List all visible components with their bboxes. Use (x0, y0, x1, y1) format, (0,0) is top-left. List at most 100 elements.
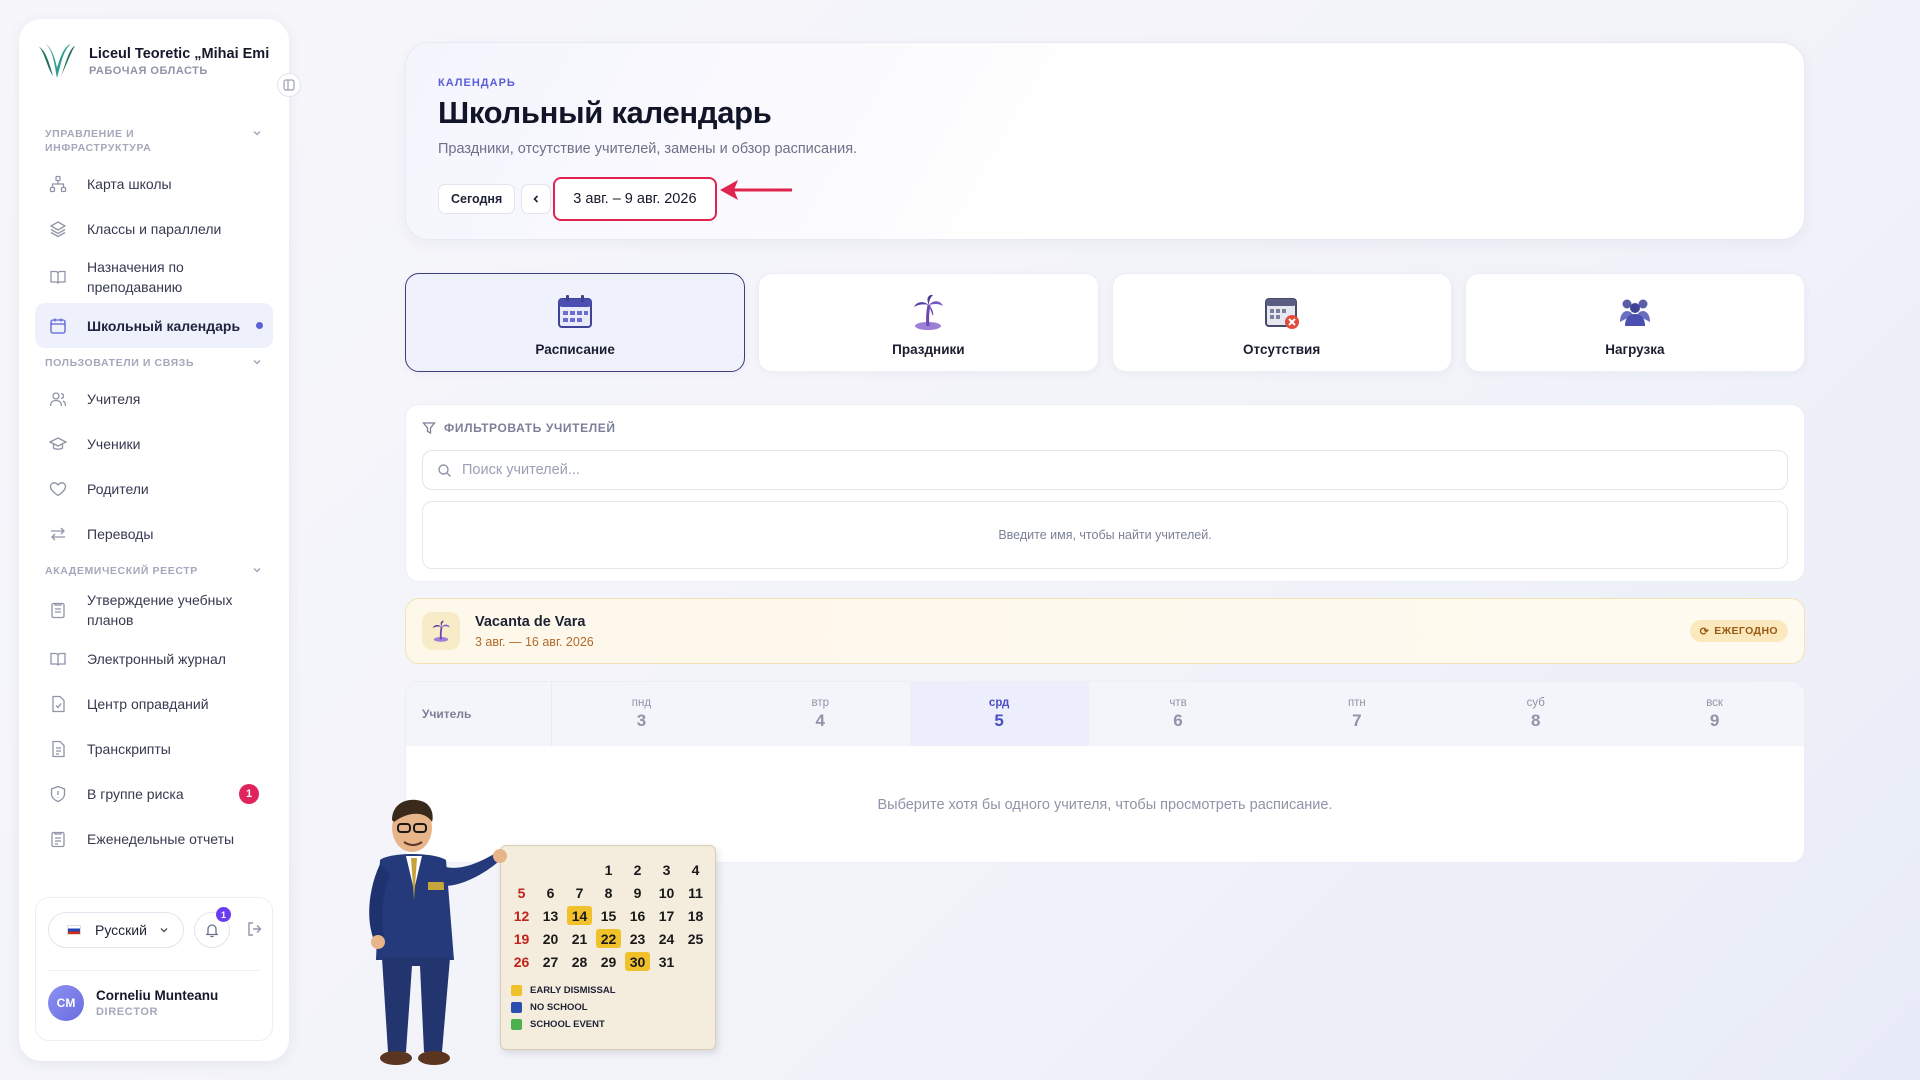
calendar-day-cell: 3 (662, 861, 671, 878)
sidebar-item-students[interactable]: Ученики (35, 421, 273, 466)
section-header-management[interactable]: УПРАВЛЕНИЕ И ИНФРАСТРУКТУРА (35, 119, 273, 161)
sidebar-item-curriculum-approval[interactable]: Утверждение учебных планов (35, 584, 273, 636)
calendar-day-cell: 25 (687, 930, 704, 947)
day-number: 7 (1352, 711, 1362, 730)
chevron-down-icon (160, 928, 168, 933)
layers-icon (49, 220, 67, 237)
user-role: DIRECTOR (96, 1005, 159, 1018)
sidebar-item-school-map[interactable]: Карта школы (35, 161, 273, 206)
calendar-day-cell: 6 (546, 884, 555, 901)
language-select[interactable]: Русский (48, 912, 184, 948)
holiday-banner[interactable]: Vacanta de Vara 3 авг. — 16 авг. 2026 ⟳ … (405, 598, 1805, 664)
calendar-day-cell: 1 (604, 861, 613, 878)
teacher-search-input[interactable] (462, 462, 1677, 478)
users-icon (49, 391, 67, 406)
tab-workload[interactable]: Нагрузка (1464, 273, 1805, 372)
holiday-name: Vacanta de Vara (475, 614, 586, 630)
sidebar-item-transcripts[interactable]: Транскрипты (35, 726, 273, 771)
calendar-day-cell (565, 858, 594, 881)
sidebar-item-teaching-assignments[interactable]: Назначения по преподаванию (35, 251, 273, 303)
chevron-down-icon (253, 130, 261, 136)
sidebar-item-at-risk[interactable]: В группе риска 1 (35, 771, 273, 816)
sidebar-item-parents[interactable]: Родители (35, 466, 273, 511)
search-icon (438, 463, 451, 477)
tab-holidays[interactable]: Праздники (758, 273, 1099, 372)
sidebar-item-school-calendar[interactable]: Школьный календарь (35, 303, 273, 348)
clipboard-list-icon (51, 831, 65, 847)
section-header-academic[interactable]: АКАДЕМИЧЕСКИЙ РЕЕСТР (35, 556, 273, 584)
sidebar-item-teachers[interactable]: Учителя (35, 376, 273, 421)
workspace-name: Liceul Teoretic „Mihai Emi... (89, 45, 269, 62)
filter-title-text: ФИЛЬТРОВАТЬ УЧИТЕЛЕЙ (444, 421, 616, 435)
palm-tree-icon (432, 620, 450, 642)
book-icon (50, 652, 66, 666)
day-number: 4 (815, 711, 826, 730)
page-header: КАЛЕНДАРЬ Школьный календарь Праздники, … (405, 42, 1805, 240)
sitemap-icon (49, 175, 67, 192)
sidebar-item-e-journal[interactable]: Электронный журнал (35, 636, 273, 681)
sidebar-item-weekly-reports[interactable]: Еженедельные отчеты (35, 816, 273, 861)
today-button[interactable]: Сегодня (438, 184, 516, 214)
day-name: пнд (631, 697, 652, 709)
sidebar-item-label: Карта школы (87, 175, 172, 192)
sidebar-nav: УПРАВЛЕНИЕ И ИНФРАСТРУКТУРА Карта школы … (35, 119, 273, 911)
calendar-day-cell: 16 (629, 907, 646, 924)
day-column-fri: птн 7 (1267, 682, 1446, 746)
wall-calendar-illustration: 1 2 3 4 5 6 7 8 9 10 11 12 13 14 15 16 17 18 19 20 21 22 23 24 2… (500, 845, 716, 1050)
calendar-day-cell: 10 (658, 884, 675, 901)
calendar-day-cell: 11 (688, 884, 703, 901)
user-profile[interactable]: CM Corneliu Munteanu DIRECTOR (48, 970, 260, 1026)
legend-item: EARLY DISMISSAL (511, 982, 616, 999)
calendar-day-cell: 8 (604, 884, 613, 901)
annotation-arrow (720, 180, 792, 200)
tab-absences[interactable]: Отсутствия (1111, 273, 1452, 372)
calendar-day-cell: 30 (625, 952, 650, 971)
tab-schedule[interactable]: Расписание (405, 273, 746, 372)
logout-icon[interactable] (246, 920, 264, 938)
avatar: CM (48, 984, 84, 1021)
day-column-mon: пнд 3 (552, 682, 731, 746)
calendar-day-cell (507, 858, 536, 881)
shield-icon (50, 785, 66, 802)
sidebar-item-label: Ученики (87, 435, 141, 452)
calendar-day-cell: 21 (571, 930, 588, 947)
filter-icon (422, 422, 436, 435)
calendar-icon (50, 318, 66, 334)
calendar-day-cell: 23 (629, 930, 646, 947)
risk-count-badge: 1 (239, 783, 259, 804)
palm-tree-icon (914, 294, 944, 330)
calendar-day-cell: 18 (687, 907, 704, 924)
notification-count-badge: 1 (216, 907, 231, 922)
legend-item: SCHOOL EVENT (511, 1016, 616, 1033)
sidebar-item-transfers[interactable]: Переводы (35, 511, 273, 556)
day-column-thu: чтв 6 (1089, 682, 1268, 746)
sidebar-item-classes[interactable]: Классы и параллели (35, 206, 273, 251)
sidebar-item-label: Учителя (87, 390, 141, 407)
section-label: АКАДЕМИЧЕСКИЙ РЕЕСТР (45, 565, 198, 577)
group-workload-icon (1619, 299, 1650, 326)
day-column-sun: вск 9 (1625, 682, 1804, 746)
sidebar-item-excuse-center[interactable]: Центр оправданий (35, 681, 273, 726)
date-range-button[interactable]: 3 авг. – 9 авг. 2026 (553, 177, 717, 221)
calendar-day-cell: 28 (571, 953, 588, 970)
section-label: УПРАВЛЕНИЕ И ИНФРАСТРУКТУРА (45, 128, 152, 154)
day-name: срд (988, 697, 1010, 709)
notifications-button[interactable]: 1 (194, 907, 231, 948)
workspace-switcher[interactable]: Liceul Teoretic „Mihai Emi... РАБОЧАЯ ОБ… (33, 37, 275, 85)
swap-arrows-icon (51, 527, 65, 540)
collapse-sidebar-button[interactable] (277, 73, 301, 97)
page-title: Школьный календарь (438, 95, 772, 130)
sidebar-item-label: Электронный журнал (87, 650, 226, 667)
teacher-search-box[interactable] (422, 450, 1788, 490)
calendar-day-cell: 13 (542, 907, 559, 924)
tab-label: Праздники (892, 342, 965, 357)
legend-label: EARLY DISMISSAL (530, 985, 616, 996)
calendar-day-cell: 27 (542, 953, 559, 970)
calendar-day-cell: 31 (658, 953, 675, 970)
section-header-users[interactable]: ПОЛЬЗОВАТЕЛИ И СВЯЗЬ (35, 348, 273, 376)
recurrence-label: ЕЖЕГОДНО (1714, 625, 1778, 637)
previous-week-button[interactable] (521, 184, 552, 214)
day-column-tue: втр 4 (731, 682, 910, 746)
day-column-sat: суб 8 (1446, 682, 1625, 746)
calendar-day-cell: 7 (575, 884, 584, 901)
